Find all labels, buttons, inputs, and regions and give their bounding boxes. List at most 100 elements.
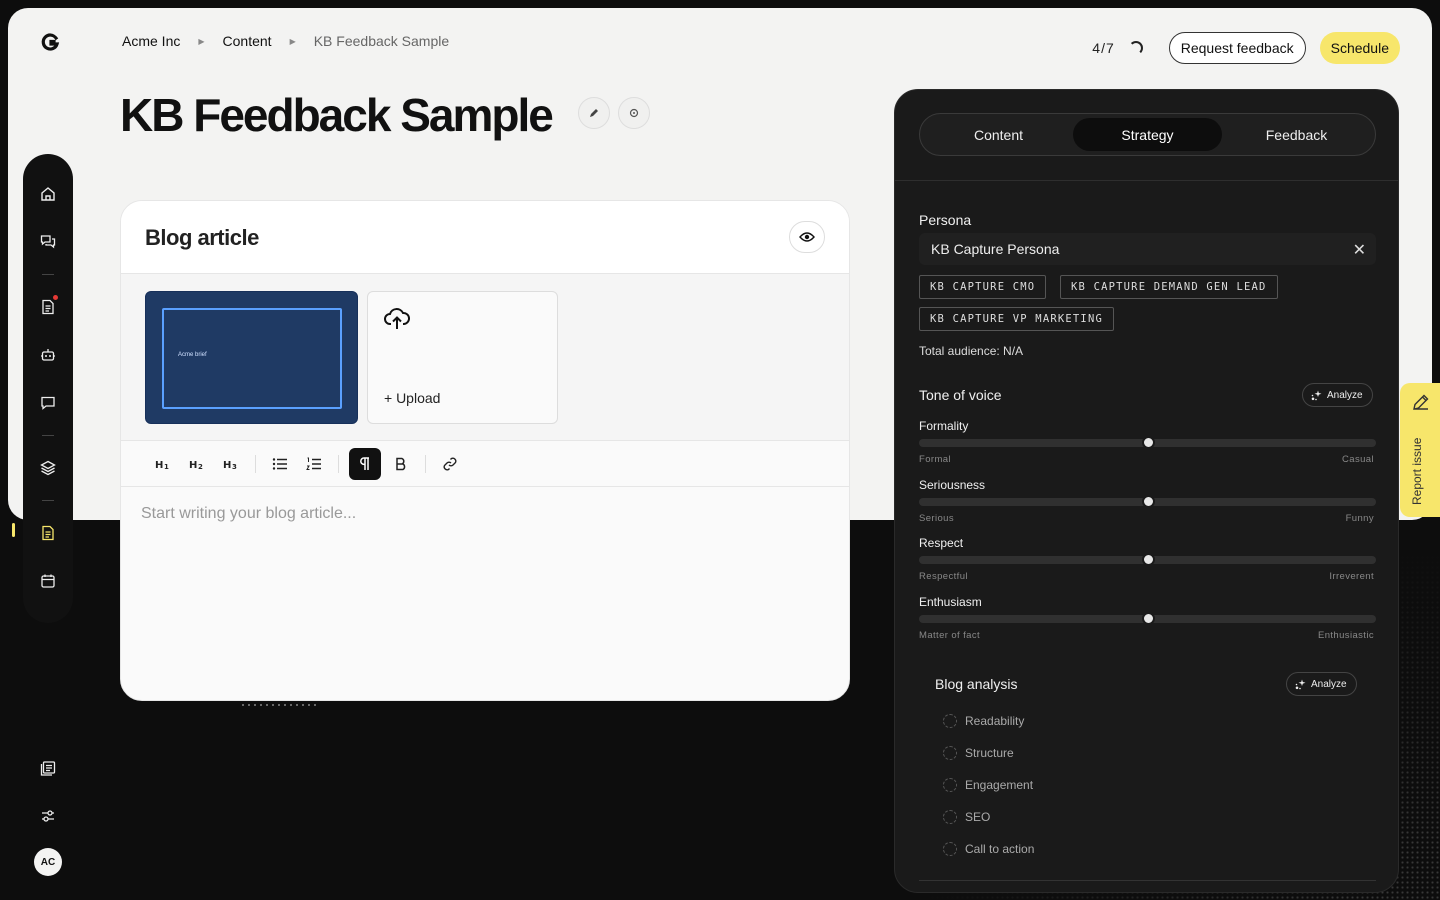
analysis-item-call-to-action: Call to action bbox=[943, 842, 1034, 856]
tone-slider-track[interactable] bbox=[919, 436, 1376, 449]
sidebar-item-messages[interactable] bbox=[36, 391, 60, 415]
pending-status-icon bbox=[943, 746, 957, 760]
tab-feedback[interactable]: Feedback bbox=[1222, 118, 1371, 151]
title-settings-button[interactable] bbox=[618, 97, 650, 129]
panel-divider bbox=[895, 180, 1398, 181]
sidebar-divider bbox=[42, 274, 54, 275]
upload-dropzone[interactable]: + Upload bbox=[367, 291, 558, 424]
svg-text:H: H bbox=[189, 460, 197, 470]
slider-handle[interactable] bbox=[1141, 553, 1155, 566]
sidebar-item-bot[interactable] bbox=[36, 343, 60, 367]
sidebar-item-home[interactable] bbox=[36, 182, 60, 206]
bold-icon bbox=[396, 457, 406, 470]
pending-status-icon bbox=[943, 714, 957, 728]
tab-strategy[interactable]: Strategy bbox=[1073, 118, 1222, 151]
heading-2-button[interactable]: H2 bbox=[183, 450, 211, 478]
decorative-dots bbox=[240, 703, 320, 707]
pending-status-icon bbox=[943, 842, 957, 856]
sidebar-item-layers[interactable] bbox=[36, 456, 60, 480]
heading-3-icon: H3 bbox=[223, 460, 237, 470]
blog-analysis-label: Blog analysis bbox=[935, 676, 1018, 692]
media-thumbnail[interactable]: Acme brief bbox=[145, 291, 358, 424]
analysis-item-structure: Structure bbox=[943, 746, 1014, 760]
sidebar-divider bbox=[42, 500, 54, 501]
analysis-item-label: Readability bbox=[965, 714, 1025, 728]
bulleted-list-icon bbox=[272, 457, 287, 470]
library-icon bbox=[40, 761, 56, 776]
heading-1-button[interactable]: H1 bbox=[149, 450, 177, 478]
sidebar-item-library[interactable] bbox=[36, 756, 60, 780]
heading-1-icon: H1 bbox=[155, 460, 169, 470]
slider-min-label: Serious bbox=[919, 512, 955, 524]
total-audience: Total audience: N/A bbox=[919, 344, 1024, 358]
editor-title: Blog article bbox=[145, 225, 259, 250]
slider-min-label: Respectful bbox=[919, 571, 968, 582]
media-row: Acme brief + Upload bbox=[121, 274, 849, 441]
link-button[interactable] bbox=[436, 450, 464, 478]
edit-title-button[interactable] bbox=[578, 97, 610, 129]
report-issue-tab[interactable]: Report issue bbox=[1400, 383, 1440, 517]
sidebar-item-settings[interactable] bbox=[36, 804, 60, 828]
tone-slider-track[interactable] bbox=[919, 553, 1376, 566]
bold-button[interactable] bbox=[387, 450, 415, 478]
tone-slider-track[interactable] bbox=[919, 494, 1376, 508]
calendar-icon bbox=[41, 574, 55, 588]
slider-handle[interactable] bbox=[1141, 494, 1155, 508]
breadcrumb-item-current: KB Feedback Sample bbox=[313, 33, 450, 49]
sliders-icon bbox=[42, 810, 54, 822]
persona-chip: KB CAPTURE DEMAND GEN LEAD bbox=[1060, 275, 1278, 299]
breadcrumb-item-content[interactable]: Content bbox=[223, 33, 272, 49]
thumbnail-caption: Acme brief bbox=[178, 352, 207, 358]
toolbar-divider bbox=[338, 454, 339, 473]
slider-handle[interactable] bbox=[1141, 436, 1155, 449]
analysis-item-readability: Readability bbox=[943, 714, 1024, 728]
request-feedback-button[interactable]: Request feedback bbox=[1168, 32, 1306, 64]
analyze-tone-button[interactable]: Analyze bbox=[1302, 383, 1373, 407]
svg-text:3: 3 bbox=[232, 463, 237, 470]
slider-label: Enthusiasm bbox=[919, 594, 982, 609]
paragraph-button[interactable] bbox=[349, 447, 381, 480]
schedule-button[interactable]: Schedule bbox=[1319, 32, 1400, 64]
numbered-list-icon bbox=[306, 457, 321, 470]
sidebar-nav bbox=[12, 154, 73, 623]
analysis-item-label: Structure bbox=[965, 746, 1014, 760]
breadcrumb-item-org[interactable]: Acme Inc bbox=[122, 33, 180, 49]
slider-handle[interactable] bbox=[1141, 611, 1155, 625]
persona-select[interactable]: KB Capture Persona ✕ bbox=[919, 233, 1376, 265]
numbered-list-button[interactable] bbox=[300, 450, 328, 478]
persona-value: KB Capture Persona bbox=[931, 241, 1060, 257]
user-avatar[interactable]: AC bbox=[34, 848, 62, 876]
analysis-item-label: Call to action bbox=[965, 842, 1035, 856]
active-indicator bbox=[12, 523, 15, 537]
sidebar-item-content[interactable] bbox=[12, 521, 60, 545]
panel-tabs: Content Strategy Feedback bbox=[919, 113, 1376, 156]
page-title: KB Feedback Sample bbox=[120, 89, 554, 141]
blog-article-textarea[interactable]: Start writing your blog article... bbox=[121, 487, 849, 541]
formatting-toolbar: H1 H2 H3 bbox=[121, 441, 849, 487]
analysis-item-label: SEO bbox=[965, 810, 991, 824]
circle-settings-icon bbox=[629, 108, 639, 118]
sidebar-item-documents[interactable] bbox=[36, 295, 60, 319]
sidebar-item-conversations[interactable] bbox=[36, 230, 60, 254]
svg-text:2: 2 bbox=[198, 463, 203, 470]
sidebar-item-calendar[interactable] bbox=[36, 569, 60, 593]
bulleted-list-button[interactable] bbox=[266, 450, 294, 478]
app-logo-icon[interactable] bbox=[38, 30, 62, 54]
notification-dot bbox=[53, 295, 58, 300]
heading-2-icon: H2 bbox=[189, 460, 203, 470]
analyze-label: Analyze bbox=[1311, 678, 1347, 690]
analyze-blog-button[interactable]: Analyze bbox=[1286, 672, 1357, 696]
clear-persona-icon[interactable]: ✕ bbox=[1353, 240, 1366, 260]
upload-label: + Upload bbox=[384, 390, 441, 406]
slider-min-label: Formal bbox=[919, 454, 951, 465]
content-document-icon bbox=[42, 525, 54, 541]
heading-3-button[interactable]: H3 bbox=[217, 450, 245, 478]
home-icon bbox=[41, 187, 55, 201]
tone-slider-track[interactable] bbox=[919, 611, 1376, 625]
robot-icon bbox=[41, 349, 55, 361]
preview-button[interactable] bbox=[789, 221, 825, 253]
eye-icon bbox=[799, 232, 815, 242]
pilcrow-icon bbox=[360, 456, 369, 470]
slider-min-label: Matter of fact bbox=[919, 629, 981, 641]
tab-content[interactable]: Content bbox=[924, 118, 1073, 151]
